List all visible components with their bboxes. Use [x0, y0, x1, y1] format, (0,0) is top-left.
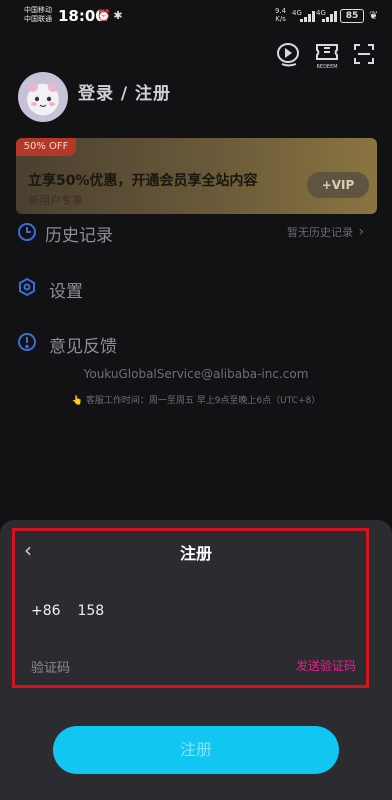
phone-number[interactable]: 158	[77, 603, 104, 619]
redeem-label: REDEEM	[316, 64, 338, 70]
alarm-icon: ⏰	[97, 9, 111, 22]
bluetooth-icon: ✱	[113, 9, 123, 22]
menu-feedback[interactable]: 意见反馈	[49, 332, 117, 357]
phone-input[interactable]: +86 158	[31, 603, 104, 619]
battery-icon: 85	[340, 9, 364, 23]
scan-icon[interactable]	[352, 42, 378, 68]
contact-hours: 客服工作时间：周一至周五 早上9点至晚上6点（UTC+8）	[85, 396, 321, 406]
history-empty-link[interactable]: 暂无历史记录 ›	[287, 224, 364, 240]
history-empty-text: 暂无历史记录	[287, 226, 353, 239]
contact-email[interactable]: YoukuGlobalService@alibaba-inc.com	[0, 367, 392, 381]
redeem-icon[interactable]: REDEEM	[314, 42, 340, 70]
vip-promo-card[interactable]: 50% OFF 立享50%优惠，开通会员享全站内容 新用户专享 +VIP	[16, 138, 377, 214]
menu-history[interactable]: 历史记录	[45, 221, 113, 246]
signal-icon-2	[322, 10, 342, 22]
leaf-icon: ❦	[369, 9, 379, 22]
hand-pointer-icon: 👆	[71, 396, 83, 406]
verification-code-input[interactable]: 验证码	[31, 657, 70, 676]
vip-button[interactable]: +VIP	[307, 172, 369, 198]
menu-settings[interactable]: 设置	[49, 277, 83, 302]
network-speed: 9.4 K/s	[275, 7, 286, 23]
send-code-button[interactable]: 发送验证码	[296, 657, 356, 674]
sheet-title: 注册	[179, 544, 212, 563]
chevron-right-icon: ›	[358, 224, 365, 240]
status-bar: 中国移动 中国联通 18:00 ⏰ ✱ 9.4 K/s 4G 4G 85 ❦	[0, 0, 392, 34]
vip-promo-subtitle: 新用户专享	[28, 194, 83, 207]
carrier-1: 中国移动	[24, 6, 52, 14]
feedback-icon	[17, 332, 37, 352]
clock-icon	[17, 222, 37, 242]
video-play-icon[interactable]	[276, 42, 302, 68]
avatar[interactable]	[18, 72, 68, 122]
speed-value: 9.4	[275, 7, 287, 15]
carrier-info: 中国移动 中国联通	[24, 6, 52, 24]
contact-hours-row: 👆 客服工作时间：周一至周五 早上9点至晚上6点（UTC+8）	[0, 393, 392, 406]
login-register-link[interactable]: 登录 / 注册	[78, 79, 171, 104]
register-button[interactable]: 注册	[53, 726, 339, 774]
vip-promo-title: 立享50%优惠，开通会员享全站内容	[28, 173, 258, 189]
carrier-2: 中国联通	[24, 15, 52, 23]
discount-badge: 50% OFF	[16, 138, 76, 156]
country-code[interactable]: +86	[31, 603, 61, 619]
settings-icon	[17, 277, 37, 297]
speed-unit: K/s	[275, 15, 286, 23]
